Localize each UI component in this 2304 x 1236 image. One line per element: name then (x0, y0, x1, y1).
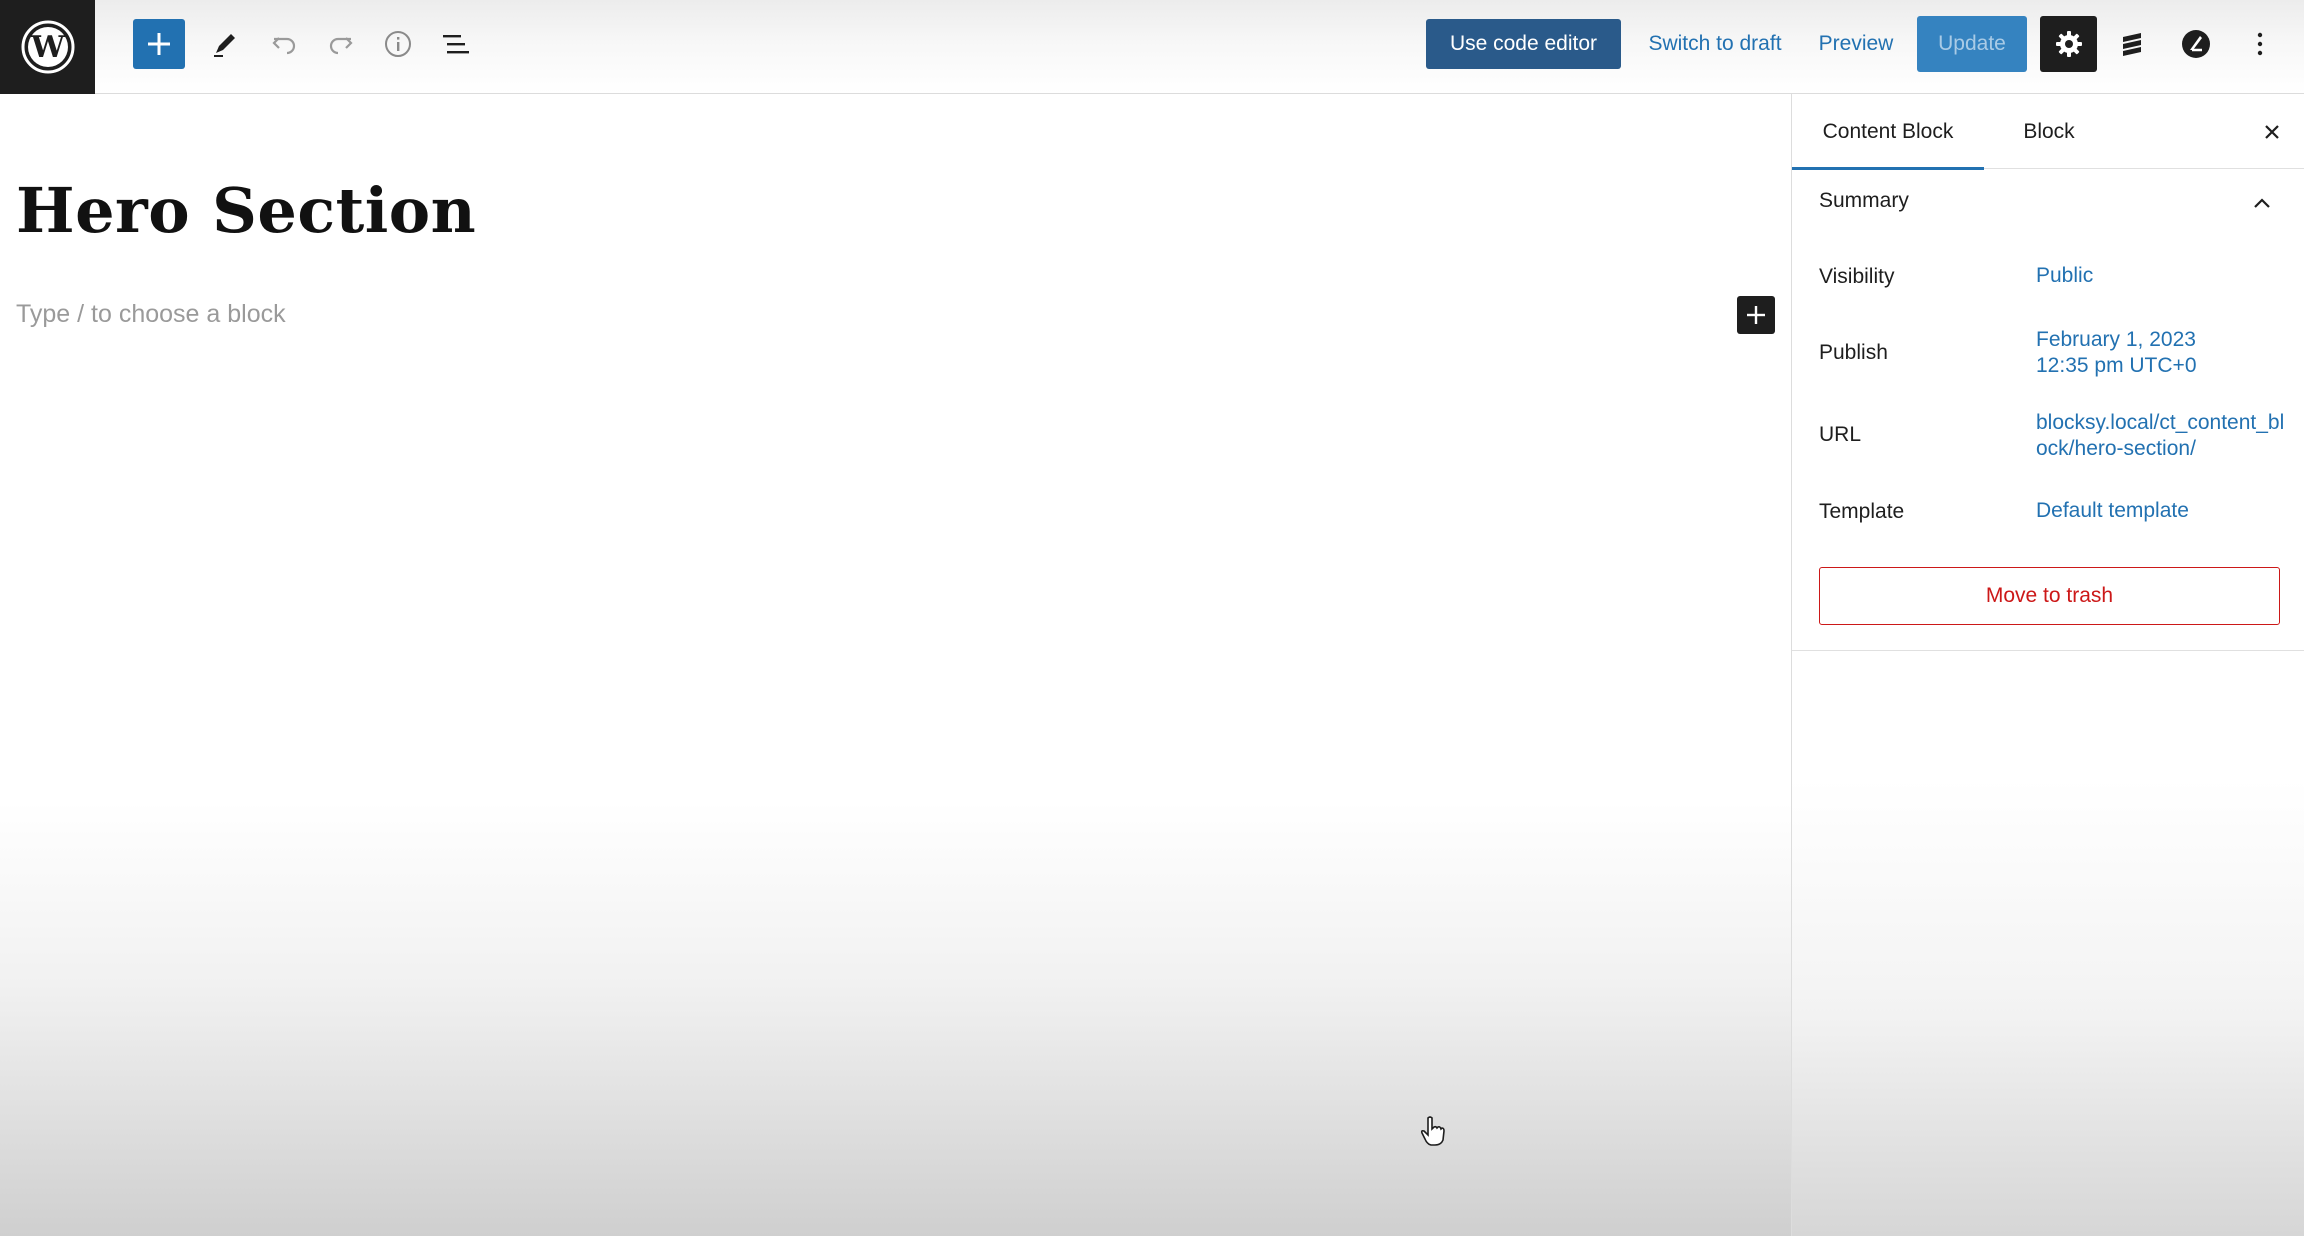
close-icon (2265, 125, 2279, 139)
undo-icon (272, 37, 296, 55)
wordpress-logo-icon: W (21, 20, 74, 74)
plus-icon (1747, 306, 1765, 324)
add-block-button[interactable] (1737, 296, 1775, 334)
update-button[interactable]: Update (1917, 16, 2027, 72)
details-button[interactable] (376, 22, 420, 66)
publish-date: February 1, 2023 (2036, 328, 2196, 351)
switch-to-draft-button[interactable]: Switch to draft (1630, 19, 1800, 69)
move-to-trash-button[interactable]: Move to trash (1819, 567, 2280, 625)
tools-button[interactable] (203, 22, 247, 66)
list-view-icon (443, 35, 469, 54)
svg-text:W: W (30, 30, 66, 65)
template-value[interactable]: Default template (2036, 498, 2286, 524)
more-vertical-icon (2257, 32, 2263, 56)
redo-icon (329, 37, 353, 55)
wordpress-logo-button[interactable]: W (0, 0, 95, 94)
tab-content-block[interactable]: Content Block (1792, 94, 1984, 170)
pencil-icon (214, 34, 235, 57)
tab-block[interactable]: Block (1994, 94, 2104, 169)
plugin-icon (2182, 30, 2210, 58)
undo-button[interactable] (262, 22, 306, 66)
hand-cursor-icon (1420, 1116, 1445, 1146)
visibility-label: Visibility (1819, 265, 1895, 288)
editor-canvas[interactable]: Hero Section Type / to choose a block (0, 94, 1791, 1236)
close-sidebar-button[interactable] (2252, 112, 2292, 152)
list-view-button[interactable] (434, 22, 478, 66)
chevron-up-icon (2254, 198, 2270, 208)
summary-panel-title[interactable]: Summary (1819, 189, 1909, 213)
publish-date-value[interactable]: February 1, 2023 12:35 pm UTC+0 (2036, 327, 2286, 379)
url-label: URL (1819, 423, 1862, 446)
publish-time: 12:35 pm UTC+0 (2036, 354, 2197, 377)
blocksy-button[interactable] (2110, 22, 2154, 66)
blocksy-icon (2123, 33, 2141, 56)
block-placeholder[interactable]: Type / to choose a block (16, 300, 286, 329)
settings-sidebar: Content Block Block Summary Visibility P… (1791, 94, 2304, 1236)
url-value[interactable]: blocksy.local/ct_content_block/hero-sect… (2036, 410, 2286, 462)
summary-panel: Summary Visibility Public Publish Februa… (1792, 169, 2304, 651)
info-icon (385, 31, 411, 57)
preview-button[interactable]: Preview (1808, 19, 1904, 69)
summary-collapse-button[interactable] (2244, 185, 2280, 221)
plus-icon (148, 33, 170, 55)
template-label: Template (1819, 500, 1905, 523)
visibility-value[interactable]: Public (2036, 263, 2286, 289)
settings-button[interactable] (2040, 16, 2097, 72)
redo-button[interactable] (319, 22, 363, 66)
publish-label: Publish (1819, 341, 1888, 364)
sidebar-tabs: Content Block Block (1792, 94, 2304, 170)
block-inserter-button[interactable] (133, 19, 185, 69)
options-button[interactable] (2238, 22, 2282, 66)
plugin-button[interactable] (2174, 22, 2218, 66)
editor-toolbar: W Use code editor Switch to draft Previe… (0, 0, 2304, 94)
gear-icon (2055, 31, 2082, 57)
post-title[interactable]: Hero Section (16, 174, 476, 247)
use-code-editor-button[interactable]: Use code editor (1426, 19, 1621, 69)
